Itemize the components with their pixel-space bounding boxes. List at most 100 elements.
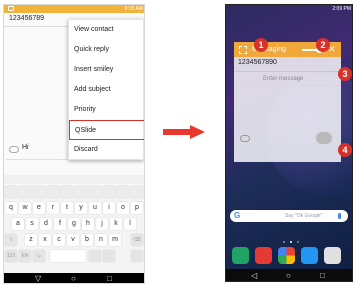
message-input[interactable]: Hi	[22, 144, 29, 151]
key-z[interactable]: z	[25, 234, 37, 246]
search-hint: Say "Ok Google"	[285, 213, 323, 219]
menu-item-insert-smiley[interactable]: Insert smiley	[69, 60, 144, 80]
key-m[interactable]: m	[109, 234, 121, 246]
key-u[interactable]: u	[89, 202, 101, 214]
backspace-key[interactable]: ⌫	[131, 234, 143, 246]
key[interactable]	[75, 186, 87, 198]
attach-icon[interactable]	[9, 146, 19, 153]
keyboard-row-2: a s d f g h j k l	[4, 218, 144, 232]
key-s[interactable]: s	[26, 218, 38, 230]
keyboard: q w e r t y u i o p a s d f g h j k l ⇧ …	[4, 185, 144, 273]
key-123[interactable]: 123	[5, 250, 17, 262]
camera-app-icon[interactable]	[324, 247, 341, 264]
keyboard-row-3: ⇧ z x c v b n m ⌫	[4, 234, 144, 248]
key-r[interactable]: r	[47, 202, 59, 214]
key-e[interactable]: e	[33, 202, 45, 214]
key-i[interactable]: i	[103, 202, 115, 214]
key-b[interactable]: b	[81, 234, 93, 246]
keyboard-row-4: 123 EN ☺	[4, 250, 144, 264]
status-time: 2:09 PM	[332, 6, 351, 12]
keyboard-row-1: q w e r t y u i o p	[4, 202, 144, 216]
navigation-bar: ▽ ○ □	[4, 273, 144, 283]
home-icon[interactable]: ○	[286, 271, 291, 281]
menu-item-add-subject[interactable]: Add subject	[69, 80, 144, 100]
navigation-bar: ◁ ○ □	[226, 269, 352, 281]
recipient-field[interactable]: 123456789	[9, 15, 44, 22]
back-icon[interactable]: ▽	[35, 274, 41, 283]
enter-key[interactable]	[131, 250, 143, 262]
menu-item-quick-reply[interactable]: Quick reply	[69, 40, 144, 60]
key-h[interactable]: h	[82, 218, 94, 230]
callout-badge-3: 3	[338, 67, 352, 81]
space-bar[interactable]	[50, 250, 86, 262]
options-menu: View contact Quick reply Insert smiley A…	[68, 19, 144, 160]
back-icon[interactable]: ◁	[251, 271, 257, 281]
key-j[interactable]: j	[96, 218, 108, 230]
key-language[interactable]: EN	[19, 250, 31, 262]
message-input[interactable]: Enter message	[263, 76, 303, 82]
callout-badge-1: 1	[254, 38, 268, 52]
key-q[interactable]: q	[5, 202, 17, 214]
key[interactable]	[117, 186, 129, 198]
key-y[interactable]: y	[75, 202, 87, 214]
recents-icon[interactable]: □	[107, 274, 112, 283]
key[interactable]	[61, 186, 73, 198]
key-x[interactable]: x	[39, 234, 51, 246]
key-l[interactable]: l	[124, 218, 136, 230]
home-icon[interactable]: ○	[71, 274, 76, 283]
status-bar: 9:05 AM	[4, 5, 144, 13]
key[interactable]	[33, 186, 45, 198]
key-f[interactable]: f	[54, 218, 66, 230]
status-time: 9:05 AM	[124, 6, 143, 12]
google-search-bar[interactable]: G Say "Ok Google"	[230, 210, 348, 222]
key-a[interactable]: a	[12, 218, 24, 230]
key-g[interactable]: g	[68, 218, 80, 230]
play-store-icon[interactable]	[301, 247, 318, 264]
qslide-recipient[interactable]: 1234567890	[238, 59, 277, 66]
google-logo: G	[234, 211, 241, 220]
chrome-app-icon[interactable]	[278, 247, 295, 264]
key-emoji[interactable]: ☺	[33, 250, 45, 262]
key-c[interactable]: c	[53, 234, 65, 246]
page-dot	[283, 241, 285, 243]
key-comma[interactable]	[103, 250, 115, 262]
menu-item-qslide[interactable]: QSlide	[69, 120, 144, 140]
callout-badge-2: 2	[316, 38, 330, 52]
key-k[interactable]: k	[110, 218, 122, 230]
resize-icon[interactable]	[239, 46, 247, 54]
callout-badge-4: 4	[338, 143, 352, 157]
mic-icon[interactable]	[338, 213, 341, 219]
page-indicator	[283, 240, 301, 244]
left-phone-screen: 9:05 AM 123456789 Hi View contact Quick …	[3, 4, 145, 284]
key-w[interactable]: w	[19, 202, 31, 214]
key-period[interactable]	[89, 250, 101, 262]
menu-item-discard[interactable]: Discard	[69, 140, 144, 160]
key-n[interactable]: n	[95, 234, 107, 246]
key[interactable]	[89, 186, 101, 198]
transition-arrow-icon	[163, 125, 205, 139]
messaging-app-icon[interactable]	[255, 247, 272, 264]
key-o[interactable]: o	[117, 202, 129, 214]
page-dot-active	[290, 241, 292, 243]
keyboard-number-row	[4, 186, 144, 200]
shift-key[interactable]: ⇧	[5, 234, 17, 246]
menu-item-view-contact[interactable]: View contact	[69, 20, 144, 40]
recipient-divider	[234, 71, 341, 72]
phone-app-icon[interactable]	[232, 247, 249, 264]
key[interactable]	[131, 186, 143, 198]
key-v[interactable]: v	[67, 234, 79, 246]
menu-item-priority[interactable]: Priority	[69, 100, 144, 120]
send-button[interactable]	[316, 132, 332, 144]
key-d[interactable]: d	[40, 218, 52, 230]
recents-icon[interactable]: □	[320, 271, 325, 281]
key[interactable]	[19, 186, 31, 198]
key[interactable]	[103, 186, 115, 198]
compose-area[interactable]: Hi	[9, 142, 69, 158]
key[interactable]	[47, 186, 59, 198]
suggestion-strip	[4, 175, 144, 184]
qslide-body: 1234567890 Enter message	[234, 57, 341, 162]
key-p[interactable]: p	[131, 202, 143, 214]
key-t[interactable]: t	[61, 202, 73, 214]
key[interactable]	[5, 186, 17, 198]
attach-icon[interactable]	[240, 135, 250, 142]
